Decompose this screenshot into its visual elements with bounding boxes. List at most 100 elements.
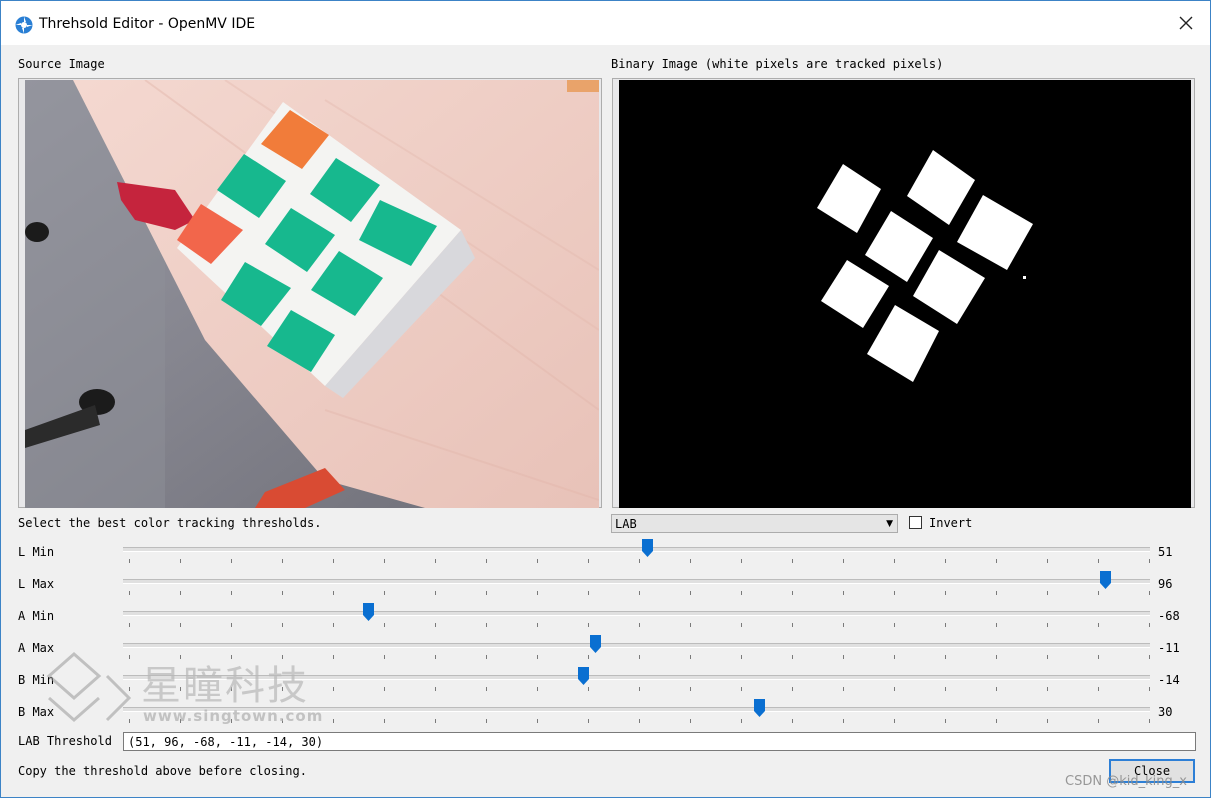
slider-tick	[384, 559, 385, 563]
slider-tick	[1149, 591, 1150, 595]
slider-tick	[1149, 719, 1150, 723]
slider-thumb-a-max[interactable]	[590, 635, 601, 653]
slider-tick	[537, 591, 538, 595]
slider-tick	[435, 655, 436, 659]
slider-tick	[180, 623, 181, 627]
slider-tick	[1149, 687, 1150, 691]
slider-value-b-max: 30	[1158, 705, 1173, 719]
slider-tick	[384, 591, 385, 595]
slider-tick	[588, 687, 589, 691]
slider-tick	[1098, 655, 1099, 659]
slider-label-a-min: A Min	[18, 609, 55, 623]
source-image	[25, 80, 599, 508]
slider-tick	[792, 655, 793, 659]
slider-tick	[945, 623, 946, 627]
slider-tick	[843, 559, 844, 563]
instructions-text: Select the best color tracking threshold…	[18, 516, 322, 530]
slider-tick	[945, 559, 946, 563]
slider-thumb-l-max[interactable]	[1100, 571, 1111, 589]
invert-checkbox[interactable]	[909, 516, 922, 529]
slider-tick	[1149, 623, 1150, 627]
threshold-field[interactable]: (51, 96, -68, -11, -14, 30)	[123, 732, 1196, 751]
color-space-value: LAB	[615, 517, 637, 531]
slider-track-a-max[interactable]	[123, 643, 1150, 648]
slider-tick	[639, 719, 640, 723]
slider-tick	[894, 591, 895, 595]
slider-tick	[1047, 687, 1048, 691]
slider-tick	[843, 687, 844, 691]
slider-tick	[1098, 591, 1099, 595]
binary-image	[619, 80, 1191, 508]
slider-tick	[741, 687, 742, 691]
slider-tick	[435, 559, 436, 563]
binary-image-label: Binary Image (white pixels are tracked p…	[611, 57, 944, 71]
source-image-frame	[18, 78, 602, 508]
color-space-select[interactable]: LAB ▼	[611, 514, 898, 533]
slider-tick	[690, 687, 691, 691]
slider-tick	[384, 687, 385, 691]
slider-tick	[333, 687, 334, 691]
slider-tick	[996, 655, 997, 659]
slider-tick	[639, 655, 640, 659]
slider-tick	[639, 623, 640, 627]
brand-watermark-url: www.singtown.com	[143, 707, 324, 725]
slider-track-l-max[interactable]	[123, 579, 1150, 584]
slider-tick	[1149, 559, 1150, 563]
slider-tick	[486, 559, 487, 563]
slider-tick	[129, 687, 130, 691]
close-icon[interactable]	[1176, 13, 1196, 33]
slider-thumb-l-min[interactable]	[642, 539, 653, 557]
slider-tick	[639, 559, 640, 563]
slider-tick	[690, 719, 691, 723]
brand-watermark-cn: 星瞳科技	[141, 663, 309, 709]
slider-tick	[996, 591, 997, 595]
slider-label-a-max: A Max	[18, 641, 55, 655]
slider-tick	[1047, 559, 1048, 563]
threshold-label: LAB Threshold	[18, 734, 112, 748]
slider-tick	[588, 559, 589, 563]
slider-tick	[282, 623, 283, 627]
slider-tick	[792, 623, 793, 627]
slider-tick	[129, 559, 130, 563]
slider-tick	[792, 719, 793, 723]
slider-value-a-max: -11	[1158, 641, 1180, 655]
slider-tick	[129, 719, 130, 723]
slider-tick	[129, 623, 130, 627]
invert-label: Invert	[929, 516, 973, 530]
window-title: Threhsold Editor - OpenMV IDE	[39, 16, 256, 32]
slider-thumb-b-min[interactable]	[578, 667, 589, 685]
slider-tick	[435, 719, 436, 723]
slider-tick	[486, 591, 487, 595]
csdn-watermark: CSDN @kid_king_x	[1065, 774, 1187, 789]
slider-tick	[537, 623, 538, 627]
slider-track-l-min[interactable]	[123, 547, 1150, 552]
slider-tick	[945, 591, 946, 595]
slider-tick	[741, 623, 742, 627]
slider-tick	[843, 719, 844, 723]
slider-tick	[384, 623, 385, 627]
slider-tick	[282, 591, 283, 595]
slider-tick	[1098, 719, 1099, 723]
slider-thumb-a-min[interactable]	[363, 603, 374, 621]
slider-tick	[486, 719, 487, 723]
chevron-down-icon: ▼	[886, 519, 893, 529]
slider-label-l-min: L Min	[18, 545, 55, 559]
slider-tick	[894, 719, 895, 723]
slider-tick	[1098, 623, 1099, 627]
slider-tick	[435, 687, 436, 691]
slider-tick	[537, 559, 538, 563]
slider-tick	[894, 687, 895, 691]
slider-tick	[690, 623, 691, 627]
slider-track-a-min[interactable]	[123, 611, 1150, 616]
slider-thumb-b-max[interactable]	[754, 699, 765, 717]
slider-value-l-min: 51	[1158, 545, 1173, 559]
slider-tick	[945, 719, 946, 723]
slider-tick	[486, 687, 487, 691]
slider-tick	[486, 655, 487, 659]
slider-tick	[333, 719, 334, 723]
slider-tick	[690, 591, 691, 595]
slider-tick	[894, 559, 895, 563]
slider-tick	[945, 687, 946, 691]
slider-tick	[282, 559, 283, 563]
threshold-value: (51, 96, -68, -11, -14, 30)	[128, 735, 324, 749]
